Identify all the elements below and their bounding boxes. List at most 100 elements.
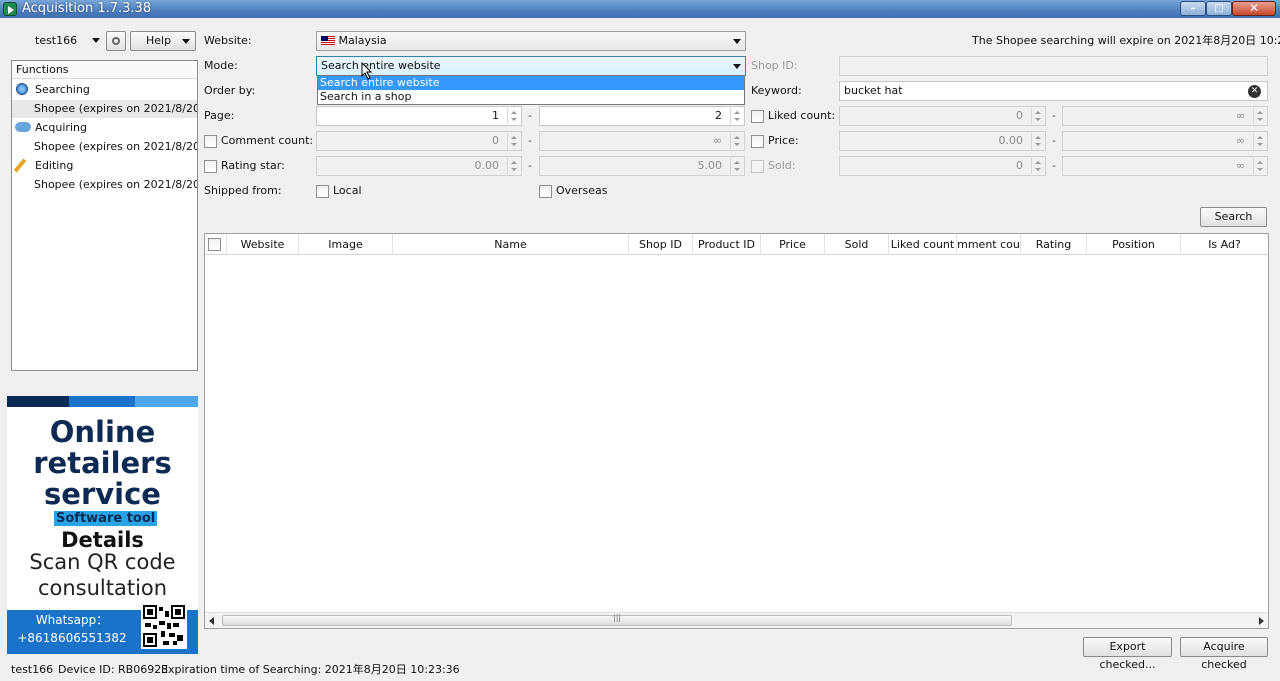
chevron-down-icon bbox=[182, 39, 190, 44]
results-table[interactable]: Website Image Name Shop ID Product ID Pr… bbox=[204, 233, 1269, 629]
mode-option-shop[interactable]: Search in a shop bbox=[318, 90, 744, 104]
column-header[interactable]: Shop ID bbox=[629, 234, 693, 255]
liked-count-label: Liked count: bbox=[768, 109, 836, 122]
function-label: Searching bbox=[35, 83, 90, 96]
ad-strip-mid bbox=[69, 396, 135, 407]
column-header[interactable]: Website bbox=[227, 234, 299, 255]
column-header[interactable]: Name bbox=[393, 234, 629, 255]
help-button[interactable]: Help bbox=[130, 31, 196, 51]
mouse-cursor-icon bbox=[361, 62, 373, 80]
column-header[interactable]: Product ID bbox=[693, 234, 761, 255]
scroll-thumb[interactable]: ||| bbox=[222, 613, 1012, 626]
liked-to-input: ∞ bbox=[1062, 106, 1268, 126]
local-label: Local bbox=[333, 184, 362, 197]
chevron-down-icon bbox=[733, 39, 741, 44]
function-editing[interactable]: Editing bbox=[12, 157, 197, 175]
range-dash: - bbox=[1052, 159, 1056, 172]
minimize-button[interactable]: – bbox=[1180, 1, 1206, 16]
column-header[interactable]: Image bbox=[299, 234, 393, 255]
comment-count-checkbox[interactable] bbox=[204, 135, 217, 148]
settings-button[interactable] bbox=[106, 31, 126, 51]
overseas-checkbox[interactable] bbox=[539, 185, 552, 198]
overseas-label: Overseas bbox=[556, 184, 608, 197]
qr-code-icon bbox=[141, 603, 187, 649]
column-header[interactable]: Liked count bbox=[889, 234, 957, 255]
acquire-checked-button[interactable]: Acquire checked bbox=[1180, 637, 1268, 671]
user-name: test166 bbox=[35, 34, 78, 47]
search-icon bbox=[16, 83, 28, 95]
rating-checkbox[interactable] bbox=[204, 160, 217, 173]
range-dash: - bbox=[528, 134, 532, 147]
ad-strip-dark bbox=[7, 396, 69, 407]
ad-banner[interactable]: Online retailers service Software tool D… bbox=[7, 396, 198, 654]
scroll-left-icon[interactable] bbox=[209, 617, 214, 625]
status-user: test166 bbox=[11, 663, 54, 676]
local-checkbox[interactable] bbox=[316, 185, 329, 198]
price-checkbox[interactable] bbox=[751, 135, 764, 148]
page-to-input[interactable]: 2 bbox=[539, 106, 745, 126]
ad-line2: retailers bbox=[33, 446, 172, 480]
column-header[interactable]: Rating bbox=[1021, 234, 1087, 255]
comment-from-value: 0 bbox=[492, 134, 499, 147]
select-all-checkbox[interactable] bbox=[208, 238, 221, 251]
rating-from-value: 0.00 bbox=[474, 159, 500, 172]
spin-arrows-icon bbox=[507, 133, 519, 149]
comment-to-input: ∞ bbox=[539, 131, 745, 151]
close-button[interactable]: ✕ bbox=[1232, 1, 1276, 16]
title-bar: Acquisition 1.7.3.38 – □ ✕ bbox=[0, 0, 1280, 18]
mode-dropdown-list[interactable]: Search entire website Search in a shop bbox=[317, 75, 745, 105]
page-to-value: 2 bbox=[715, 109, 722, 122]
cloud-download-icon bbox=[15, 122, 31, 132]
mode-label: Mode: bbox=[204, 59, 238, 72]
page-from-input[interactable]: 1 bbox=[316, 106, 522, 126]
range-dash: - bbox=[528, 159, 532, 172]
maximize-button[interactable]: □ bbox=[1206, 1, 1232, 16]
website-select[interactable]: Malaysia bbox=[316, 31, 746, 51]
mode-value: Search entire website bbox=[321, 59, 441, 72]
column-header[interactable]: Sold bbox=[825, 234, 889, 255]
function-acquiring-shopee[interactable]: Shopee (expires on 2021/8/20 ... bbox=[12, 138, 197, 156]
liked-count-checkbox[interactable] bbox=[751, 110, 764, 123]
ad-line1: Online bbox=[49, 415, 156, 449]
rating-from-input: 0.00 bbox=[316, 156, 522, 176]
mode-select[interactable]: Search entire website bbox=[316, 56, 746, 76]
function-label: Editing bbox=[35, 159, 74, 172]
price-to-value: ∞ bbox=[1235, 134, 1245, 147]
ad-line3: service bbox=[44, 477, 161, 511]
scroll-right-icon[interactable] bbox=[1259, 617, 1264, 625]
ad-strip-light bbox=[135, 396, 198, 407]
keyword-input[interactable]: bucket hat ✕ bbox=[839, 81, 1268, 101]
range-dash: - bbox=[528, 109, 532, 122]
function-label: Acquiring bbox=[35, 121, 87, 134]
spin-arrows-icon bbox=[1031, 158, 1043, 174]
table-header: Website Image Name Shop ID Product ID Pr… bbox=[205, 234, 1268, 255]
rating-label: Rating star: bbox=[221, 159, 285, 172]
sold-checkbox bbox=[751, 160, 764, 173]
range-dash: - bbox=[1052, 134, 1056, 147]
spin-arrows-icon[interactable] bbox=[730, 108, 742, 124]
function-searching-shopee[interactable]: Shopee (expires on 2021/8/20 ... bbox=[12, 100, 197, 118]
spin-arrows-icon bbox=[1031, 133, 1043, 149]
function-editing-shopee[interactable]: Shopee (expires on 2021/8/20 ... bbox=[12, 176, 197, 194]
ad-scan-line1: Scan QR code bbox=[29, 550, 176, 574]
spin-arrows-icon[interactable] bbox=[507, 108, 519, 124]
column-header[interactable]: Is Ad? bbox=[1181, 234, 1268, 255]
keyword-label: Keyword: bbox=[751, 84, 802, 97]
spin-arrows-icon bbox=[730, 133, 742, 149]
website-label: Website: bbox=[204, 34, 252, 47]
horizontal-scrollbar[interactable]: ||| bbox=[205, 612, 1268, 628]
function-acquiring[interactable]: Acquiring bbox=[12, 119, 197, 137]
clear-icon[interactable]: ✕ bbox=[1248, 85, 1261, 98]
search-button[interactable]: Search bbox=[1200, 207, 1267, 227]
export-checked-button[interactable]: Export checked... bbox=[1083, 637, 1172, 671]
liked-to-value: ∞ bbox=[1235, 109, 1245, 122]
function-searching[interactable]: Searching bbox=[12, 81, 197, 99]
column-header[interactable]: Position bbox=[1087, 234, 1181, 255]
user-dropdown-icon[interactable] bbox=[92, 38, 100, 43]
column-header[interactable]: Price bbox=[761, 234, 825, 255]
mode-option-entire[interactable]: Search entire website bbox=[318, 76, 744, 90]
sold-from-input: 0 bbox=[839, 156, 1046, 176]
range-dash: - bbox=[1052, 109, 1056, 122]
column-header[interactable]: mment cou bbox=[957, 234, 1021, 255]
price-from-input: 0.00 bbox=[839, 131, 1046, 151]
